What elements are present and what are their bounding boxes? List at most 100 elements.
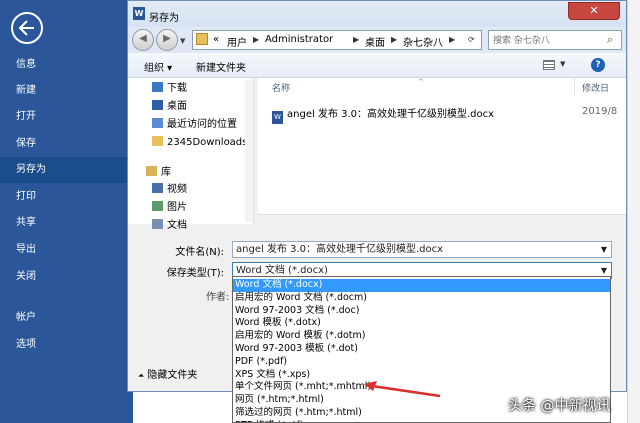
nav-pane-label: 库 [161,167,171,178]
breadcrumb-overflow[interactable]: « [213,34,219,45]
hide-folders-toggle[interactable]: ⏶ 隐藏文件夹 [138,366,197,381]
nav-pane-label: 桌面 [167,101,187,112]
breadcrumb-administrator[interactable]: Administrator [265,34,333,45]
nav-pane-label: 最近访问的位置 [167,119,237,130]
view-dropdown-icon[interactable]: ▼ [560,60,565,68]
breadcrumb-desktop[interactable]: 桌面 [365,34,385,49]
filetype-option[interactable]: Word 97-2003 模板 (*.dot) [233,343,610,356]
download-icon [152,82,163,92]
forward-nav-button[interactable]: ▶ [156,29,178,51]
backstage-nav-item[interactable]: 打开 [0,104,133,130]
folder-icon [152,136,163,146]
nav-pane-item[interactable]: 下载 [152,80,187,98]
nav-pane-item[interactable]: 图片 [152,199,187,217]
back-button[interactable] [11,12,43,44]
document-edge-scrollbar [627,0,640,423]
filetype-option[interactable]: 启用宏的 Word 文档 (*.docm) [233,292,610,305]
pictures-icon [152,201,163,211]
breadcrumb-current-folder[interactable]: 杂七杂八 [403,34,443,49]
breadcrumb-users[interactable]: 用户 [227,34,247,49]
file-name: angel 发布 3.0：高效处理千亿级别模型.docx [287,109,495,120]
column-divider[interactable] [574,78,575,96]
nav-pane-label: 文档 [167,220,187,231]
backstage-nav-item[interactable]: 导出 [0,237,133,263]
nav-pane-label: 视频 [167,184,187,195]
backstage-nav-item[interactable]: 关闭 [0,264,133,290]
history-dropdown-icon[interactable]: ▼ [180,37,185,45]
documents-icon [152,219,163,229]
new-folder-button[interactable]: 新建文件夹 [196,59,246,74]
file-row[interactable]: Wangel 发布 3.0：高效处理千亿级别模型.docx [272,105,495,124]
breadcrumb-separator-icon[interactable]: ▶ [391,35,397,44]
chevron-down-icon[interactable]: ▼ [601,242,607,257]
close-button[interactable]: ✕ [568,2,620,20]
address-bar[interactable]: « 用户 ▶ Administrator ▶ 桌面 ▶ 杂七杂八 ▶ ⟳ [192,30,482,50]
backstage-nav-item[interactable]: 信息 [0,52,133,78]
back-nav-button[interactable]: ◀ [132,29,154,51]
library-icon [146,166,157,176]
dialog-title: 另存为 [149,13,179,24]
file-date: 2019/8 [582,106,618,117]
filename-input[interactable]: angel 发布 3.0：高效处理千亿级别模型.docx ▼ [232,241,612,258]
filetype-value: Word 文档 (*.docx) [236,265,328,276]
arrow-left-icon: ◀ [139,33,147,44]
watermark: 头条 @中新视讯 [508,398,611,414]
backstage-nav-item[interactable]: 选项 [0,332,133,358]
view-options-icon[interactable] [543,60,555,70]
breadcrumb-separator-icon[interactable]: ▶ [449,35,455,44]
nav-pane-label: 2345Downloads [167,137,248,148]
nav-pane-item[interactable]: 桌面 [152,98,187,116]
nav-pane-item[interactable]: 视频 [152,181,187,199]
folder-icon [196,33,208,45]
sort-indicator-icon: ^ [418,78,424,86]
help-icon[interactable]: ? [591,58,605,72]
hide-folders-label: 隐藏文件夹 [147,370,198,381]
refresh-icon[interactable]: ⟳ [468,35,475,44]
nav-pane-item[interactable]: 2345Downloads [152,134,247,152]
breadcrumb-separator-icon[interactable]: ▶ [253,35,259,44]
filetype-option[interactable]: 启用宏的 Word 模板 (*.dotm) [233,330,610,343]
filetype-option[interactable]: Word 97-2003 文档 (*.doc) [233,305,610,318]
column-header-name[interactable]: 名称 [272,81,290,94]
annotation-arrow [364,381,441,398]
backstage-nav-item[interactable]: 打印 [0,184,133,210]
video-icon [152,183,163,193]
nav-pane-item[interactable]: 文档 [152,217,187,235]
chevron-up-icon: ⏶ [138,371,145,380]
file-list: 名称 ^ 修改日 Wangel 发布 3.0：高效处理千亿级别模型.docx 2… [258,78,626,224]
address-row: ◀ ▶ ▼ « 用户 ▶ Administrator ▶ 桌面 ▶ 杂七杂八 ▶… [128,27,626,53]
file-list-hscrollbar[interactable] [258,214,626,224]
nav-pane-item[interactable]: 最近访问的位置 [152,116,237,134]
filetype-option[interactable]: Word 模板 (*.dotx) [233,317,610,330]
nav-pane-label: 图片 [167,202,187,213]
filename-value: angel 发布 3.0：高效处理千亿级别模型.docx [236,244,444,255]
breadcrumb-separator-icon[interactable]: ▶ [353,35,359,44]
backstage-nav-item[interactable]: 共享 [0,210,133,236]
backstage-nav-item[interactable]: 保存 [0,131,133,157]
search-input[interactable] [493,34,603,47]
dialog-titlebar: W 另存为 ✕ [128,1,626,27]
nav-pane-scrollbar[interactable] [245,80,253,222]
filetype-label: 保存类型(T): [166,268,224,279]
filename-label: 文件名(N): [175,247,224,258]
filetype-option[interactable]: PDF (*.pdf) [233,356,610,369]
organize-button[interactable]: 组织 ▾ [144,59,172,74]
navigation-pane: 下载桌面最近访问的位置 2345Downloads 库视频图片文档 [128,78,254,231]
column-header-date[interactable]: 修改日 [582,81,609,94]
recent-places-icon [152,118,163,128]
backstage-nav-item[interactable]: 新建 [0,78,133,104]
backstage-nav-item[interactable]: 帐户 [0,305,133,331]
search-icon[interactable]: ⌕ [607,33,613,47]
command-bar: 组织 ▾ 新建文件夹 ▼ ? [128,53,626,78]
filetype-option[interactable]: Word 文档 (*.docx) [233,279,610,292]
nav-pane-item[interactable]: 库 [146,164,171,182]
author-label: 作者: [206,292,230,303]
desktop-icon [152,100,163,110]
arrow-right-icon: ▶ [163,33,171,44]
nav-pane-label: 下载 [167,83,187,94]
search-box[interactable]: ⌕ [488,30,622,50]
word-document-icon: W [272,111,283,124]
word-app-icon: W [133,7,145,20]
backstage-nav-item[interactable]: 另存为 [0,157,133,183]
back-arrow-icon [18,20,34,36]
